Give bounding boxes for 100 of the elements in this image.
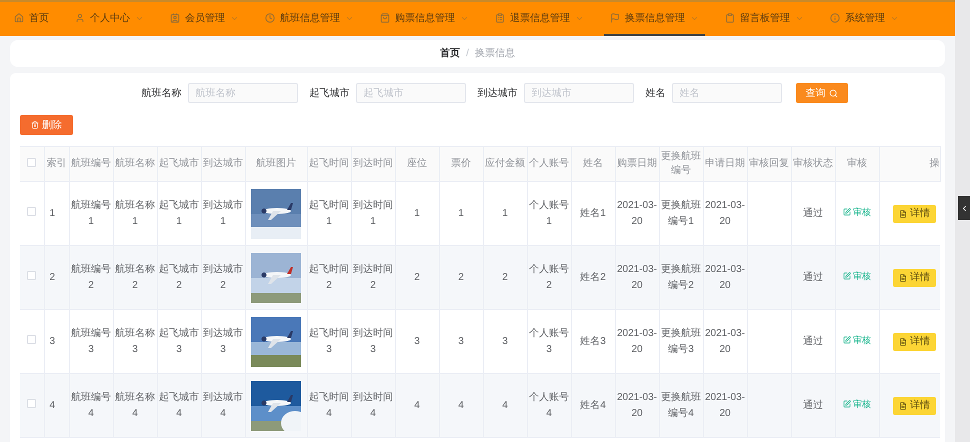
review-link[interactable]: 审核: [843, 206, 871, 220]
nav-tab[interactable]: 留言板管理: [719, 2, 810, 36]
column-header: 起飞时间: [309, 158, 349, 169]
bag-icon: [380, 13, 390, 23]
table-cell-text: 姓名2: [580, 270, 606, 284]
edit-icon: [843, 336, 851, 344]
search-field[interactable]: 姓名: [672, 83, 782, 103]
table-cell-text: 姓名4: [580, 398, 606, 412]
column-header: 索引: [46, 158, 66, 169]
nav-tab[interactable]: 航班信息管理: [259, 2, 360, 36]
review-link[interactable]: 审核: [843, 334, 871, 348]
table-cell-text: 航班编号3: [70, 326, 112, 356]
table-cell-text: 起飞城市3: [158, 326, 200, 356]
nav-tab[interactable]: 首页: [8, 2, 55, 36]
breadcrumb-current: 换票信息: [474, 46, 515, 61]
trash-icon: [31, 121, 39, 129]
contact-card-icon: [170, 13, 180, 23]
table-cell-text: 个人账号2: [528, 262, 570, 292]
table-cell-text: 2021-03-20: [616, 326, 658, 356]
search-button[interactable]: 查询: [796, 83, 848, 103]
detail-button[interactable]: 详情: [893, 268, 936, 286]
nav-tab[interactable]: 系统管理: [824, 2, 905, 36]
column-header: 票价: [451, 158, 471, 169]
column-header: 起飞城市: [159, 158, 199, 169]
nav-tab[interactable]: 换票信息管理: [604, 2, 705, 36]
table-cell-text: 2021-03-20: [704, 326, 746, 356]
table-cell-text: 航班编号4: [70, 390, 112, 420]
table-cell-text: 1: [458, 206, 464, 220]
document-icon: [899, 210, 907, 218]
table-cell-text: 2: [414, 270, 420, 284]
column-header: 更换航班编号: [661, 151, 701, 176]
table-cell-text: 起飞城市2: [158, 262, 200, 292]
table-cell-text: 4: [502, 398, 508, 412]
table-cell-text: 起飞时间1: [308, 198, 350, 228]
document-icon: [899, 338, 907, 346]
checkbox[interactable]: [27, 335, 36, 344]
table-cell-text: 更换航班编号4: [660, 390, 702, 420]
column-header: 到达时间: [353, 158, 393, 169]
review-link[interactable]: 审核: [843, 398, 871, 412]
delete-button[interactable]: 删除: [20, 115, 73, 135]
column-header: 审核回复: [749, 158, 789, 169]
table-cell-text: 通过: [803, 270, 823, 284]
column-header: 操: [930, 158, 940, 169]
column-header: 航班编号: [71, 158, 111, 169]
search-label: 姓名: [646, 86, 666, 100]
table-cell-text: 2: [458, 270, 464, 284]
document-icon: [899, 402, 907, 410]
table-cell-text: 3: [50, 334, 56, 348]
table-cell-text: 起飞城市1: [158, 198, 200, 228]
review-link[interactable]: 审核: [843, 270, 871, 284]
table-cell-text: 更换航班编号3: [660, 326, 702, 356]
table-cell-text: 更换航班编号2: [660, 262, 702, 292]
table-cell-text: 4: [414, 398, 420, 412]
search-field[interactable]: 航班名称: [188, 83, 298, 103]
table-cell-text: 2021-03-20: [616, 262, 658, 292]
clock-icon: [265, 13, 275, 23]
column-header: 到达城市: [203, 158, 243, 169]
side-panel-toggle[interactable]: [958, 196, 970, 220]
nav-tab[interactable]: 个人中心: [69, 2, 150, 36]
info-icon: [830, 13, 840, 23]
table-cell-text: 到达时间4: [352, 390, 394, 420]
column-header: 个人账号: [529, 158, 569, 169]
table-cell-text: 起飞时间4: [308, 390, 350, 420]
search-field[interactable]: 起飞城市: [356, 83, 466, 103]
search-icon: [828, 88, 838, 98]
checkbox[interactable]: [27, 158, 36, 166]
nav-tab[interactable]: 退票信息管理: [489, 2, 590, 36]
table-cell-text: 航班名称4: [114, 390, 156, 420]
table-cell-text: 更换航班编号1: [660, 198, 702, 228]
table-cell-text: 起飞城市4: [158, 390, 200, 420]
detail-button[interactable]: 详情: [893, 204, 936, 222]
search-field[interactable]: 到达城市: [524, 83, 634, 103]
column-header: 审核: [847, 158, 867, 169]
table-cell-text: 通过: [803, 206, 823, 220]
nav-tab[interactable]: 购票信息管理: [374, 2, 475, 36]
column-header: 购票日期: [617, 158, 657, 169]
column-header: 申请日期: [705, 158, 745, 169]
detail-button[interactable]: 详情: [893, 396, 936, 414]
table-cell-text: 航班名称3: [114, 326, 156, 356]
search-label: 航班名称: [142, 86, 182, 100]
breadcrumb-separator: /: [466, 47, 469, 61]
edit-icon: [843, 400, 851, 408]
checkbox[interactable]: [27, 399, 36, 408]
table-cell-text: 2021-03-20: [704, 198, 746, 228]
checkbox[interactable]: [27, 207, 36, 216]
nav-tab[interactable]: 会员管理: [164, 2, 245, 36]
column-header: 航班名称: [115, 158, 155, 169]
table-cell-text: 3: [414, 334, 420, 348]
column-header: 姓名: [583, 158, 603, 169]
table-cell-text: 1: [414, 206, 420, 220]
detail-button[interactable]: 详情: [893, 332, 936, 350]
table-cell-text: 起飞时间2: [308, 262, 350, 292]
table-cell-text: 到达城市1: [202, 198, 244, 228]
checkbox[interactable]: [27, 271, 36, 280]
user-icon: [75, 13, 85, 23]
table-cell-text: 4: [458, 398, 464, 412]
table-cell-text: 2021-03-20: [616, 198, 658, 228]
column-header: 审核状态: [793, 158, 833, 169]
breadcrumb-link[interactable]: 首页: [440, 46, 460, 61]
table-cell-text: 航班编号1: [70, 198, 112, 228]
